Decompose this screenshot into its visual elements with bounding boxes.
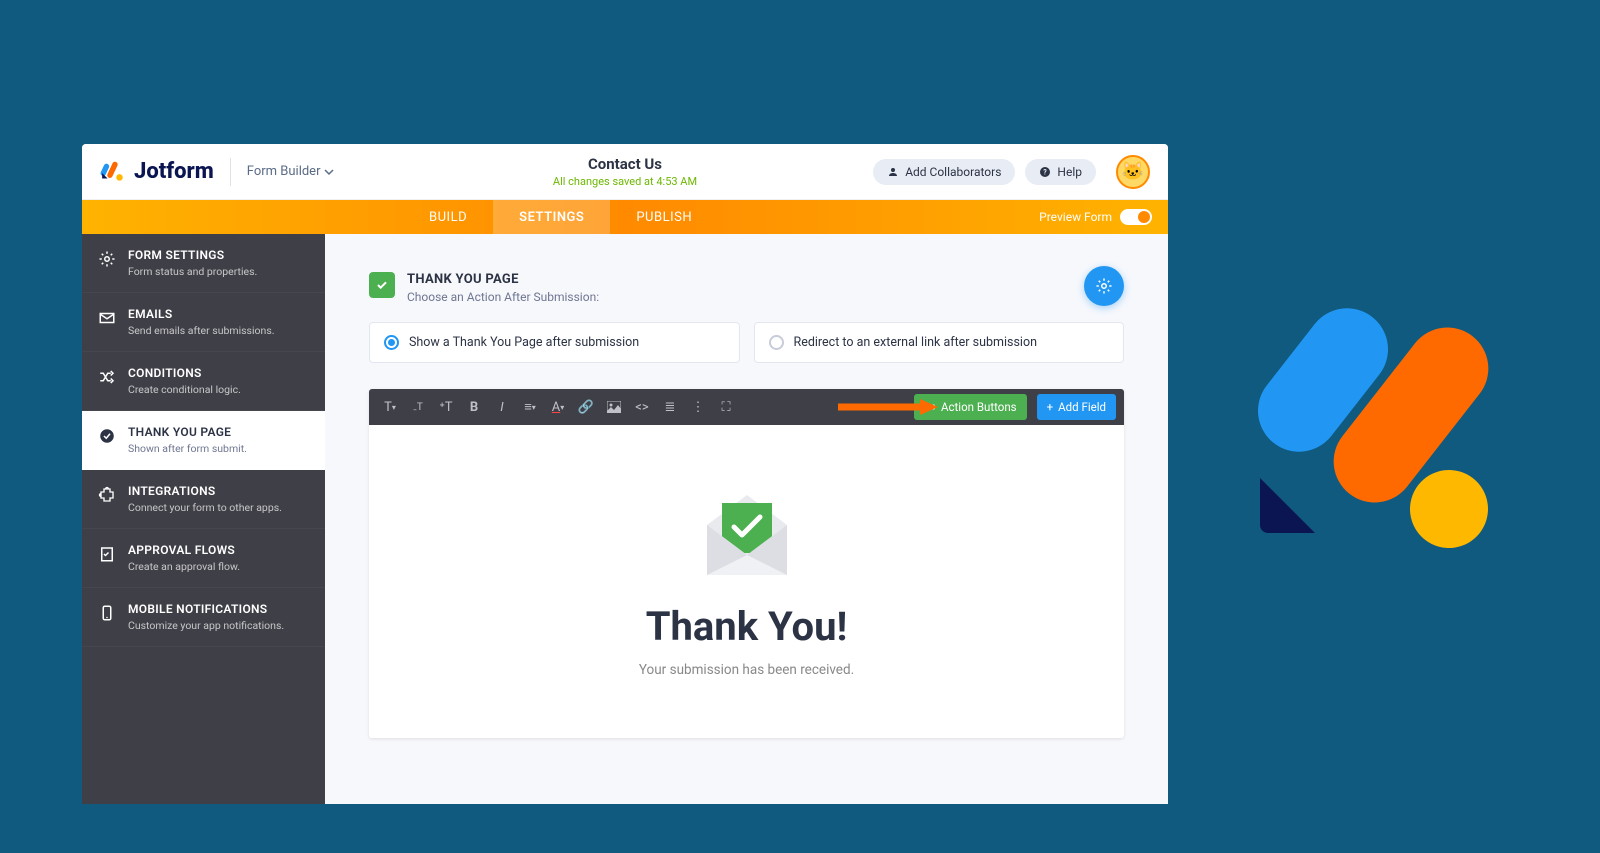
sidebar-item-label: CONDITIONS — [128, 366, 241, 380]
user-icon — [887, 166, 899, 178]
puzzle-icon — [98, 486, 116, 504]
sidebar-item-sub: Create an approval flow. — [128, 560, 240, 573]
brand-name: Jotform — [134, 159, 214, 184]
preview-label: Preview Form — [1039, 210, 1112, 224]
check-badge-icon — [369, 272, 395, 298]
image-icon[interactable] — [601, 394, 627, 420]
section-subtitle: Choose an Action After Submission: — [407, 290, 599, 304]
sidebar-item-label: THANK YOU PAGE — [128, 425, 247, 439]
link-icon[interactable]: 🔗 — [573, 394, 599, 420]
sidebar-item-approval-flows[interactable]: APPROVAL FLOWS Create an approval flow. — [82, 529, 325, 588]
sidebar-item-label: EMAILS — [128, 307, 275, 321]
sidebar-item-form-settings[interactable]: FORM SETTINGS Form status and properties. — [82, 234, 325, 293]
help-label: Help — [1057, 165, 1082, 179]
font-size-icon[interactable]: T▾ — [377, 394, 403, 420]
ribbon-tabs: BUILD SETTINGS PUBLISH — [403, 200, 718, 234]
sidebar-item-sub: Send emails after submissions. — [128, 324, 275, 337]
section-header: THANK YOU PAGE Choose an Action After Su… — [369, 272, 1124, 304]
add-collaborators-label: Add Collaborators — [905, 165, 1001, 179]
background-logo — [1260, 330, 1520, 540]
radio-unchecked[interactable] — [769, 335, 784, 350]
topbar-center: Contact Us All changes saved at 4:53 AM — [553, 155, 697, 188]
sidebar-item-sub: Customize your app notifications. — [128, 619, 284, 632]
help-button[interactable]: ? Help — [1025, 159, 1096, 185]
thank-you-editor: T▾ ₋T ⁺T B I ≡▾ A▾ 🔗 <> ≣ ⋮ ⛶ — [369, 389, 1124, 738]
add-field-button[interactable]: + Add Field — [1037, 394, 1116, 420]
sidebar-item-sub: Connect your form to other apps. — [128, 501, 282, 514]
sidebar-item-thank-you[interactable]: THANK YOU PAGE Shown after form submit. — [82, 411, 325, 470]
action-options: Show a Thank You Page after submission R… — [369, 322, 1124, 363]
email-icon — [98, 309, 116, 327]
list-icon[interactable]: ≣ — [657, 394, 683, 420]
sidebar-item-mobile-notifications[interactable]: MOBILE NOTIFICATIONS Customize your app n… — [82, 588, 325, 647]
mobile-icon — [98, 604, 116, 622]
ribbon-nav: BUILD SETTINGS PUBLISH Preview Form — [82, 200, 1168, 234]
radio-checked[interactable] — [384, 335, 399, 350]
align-icon[interactable]: ≡▾ — [517, 394, 543, 420]
editor-canvas[interactable]: Thank You! Your submission has been rece… — [369, 425, 1124, 738]
check-circle-icon — [98, 427, 116, 445]
sidebar-item-conditions[interactable]: CONDITIONS Create conditional logic. — [82, 352, 325, 411]
clipboard-check-icon — [98, 545, 116, 563]
divider — [230, 158, 231, 186]
sidebar-item-label: INTEGRATIONS — [128, 484, 282, 498]
italic-icon[interactable]: I — [489, 394, 515, 420]
avatar[interactable]: 🐱 — [1116, 155, 1150, 189]
help-icon: ? — [1039, 166, 1051, 178]
sidebar-item-sub: Shown after form submit. — [128, 442, 247, 455]
text-color-icon[interactable]: A▾ — [545, 394, 571, 420]
form-title[interactable]: Contact Us — [553, 155, 697, 173]
sidebar-item-sub: Form status and properties. — [128, 265, 257, 278]
shuffle-icon — [98, 368, 116, 386]
save-status: All changes saved at 4:53 AM — [553, 175, 697, 188]
gear-icon — [1095, 277, 1113, 295]
chevron-down-icon — [324, 167, 334, 177]
form-builder-dropdown[interactable]: Form Builder — [247, 164, 335, 179]
font-increase-icon[interactable]: ⁺T — [433, 394, 459, 420]
tab-publish[interactable]: PUBLISH — [610, 200, 718, 234]
sidebar-item-label: FORM SETTINGS — [128, 248, 257, 262]
main-content: THANK YOU PAGE Choose an Action After Su… — [325, 234, 1168, 804]
brand-logo[interactable]: Jotform — [100, 159, 214, 185]
sidebar-item-emails[interactable]: EMAILS Send emails after submissions. — [82, 293, 325, 352]
page-settings-button[interactable] — [1084, 266, 1124, 306]
envelope-icon — [692, 475, 802, 585]
preview-form-toggle[interactable]: Preview Form — [1039, 209, 1152, 225]
annotation-arrow-icon — [838, 397, 938, 417]
topbar: Jotform Form Builder Contact Us All chan… — [82, 144, 1168, 200]
add-field-label: Add Field — [1058, 400, 1106, 414]
add-collaborators-button[interactable]: Add Collaborators — [873, 159, 1015, 185]
option-label: Redirect to an external link after submi… — [794, 335, 1037, 350]
fullscreen-icon[interactable]: ⛶ — [713, 394, 739, 420]
thank-you-title: Thank You! — [389, 603, 1104, 650]
sidebar-item-label: APPROVAL FLOWS — [128, 543, 240, 557]
thank-you-subtitle: Your submission has been received. — [389, 662, 1104, 678]
more-icon[interactable]: ⋮ — [685, 394, 711, 420]
tab-build[interactable]: BUILD — [403, 200, 493, 234]
tab-settings[interactable]: SETTINGS — [493, 200, 610, 234]
font-decrease-icon[interactable]: ₋T — [405, 394, 431, 420]
option-show-thank-you[interactable]: Show a Thank You Page after submission — [369, 322, 740, 363]
gear-icon — [98, 250, 116, 268]
sidebar-item-integrations[interactable]: INTEGRATIONS Connect your form to other a… — [82, 470, 325, 529]
option-label: Show a Thank You Page after submission — [409, 335, 639, 350]
editor-toolbar: T▾ ₋T ⁺T B I ≡▾ A▾ 🔗 <> ≣ ⋮ ⛶ — [369, 389, 1124, 425]
option-redirect[interactable]: Redirect to an external link after submi… — [754, 322, 1125, 363]
sidebar-item-label: MOBILE NOTIFICATIONS — [128, 602, 284, 616]
form-builder-label: Form Builder — [247, 164, 321, 179]
section-title: THANK YOU PAGE — [407, 272, 599, 287]
bold-icon[interactable]: B — [461, 394, 487, 420]
app-window: Jotform Form Builder Contact Us All chan… — [82, 144, 1168, 804]
topbar-right: Add Collaborators ? Help 🐱 — [873, 155, 1150, 189]
toggle-switch[interactable] — [1120, 209, 1152, 225]
jotform-icon — [100, 159, 126, 185]
action-buttons-label: Action Buttons — [941, 400, 1017, 414]
code-icon[interactable]: <> — [629, 394, 655, 420]
plus-icon: + — [1047, 400, 1054, 414]
avatar-emoji: 🐱 — [1122, 161, 1144, 182]
svg-text:?: ? — [1044, 168, 1048, 176]
settings-sidebar: FORM SETTINGS Form status and properties.… — [82, 234, 325, 804]
sidebar-item-sub: Create conditional logic. — [128, 383, 241, 396]
